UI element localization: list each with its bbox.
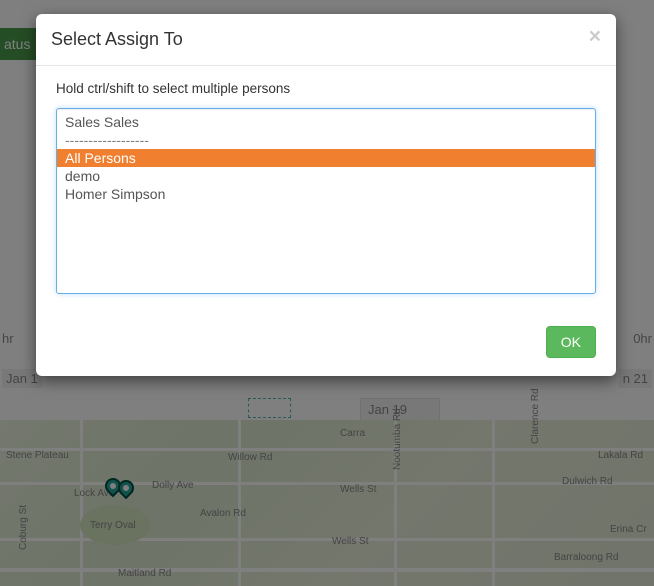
assign-to-modal: Select Assign To × Hold ctrl/shift to se… [36,14,616,376]
multiselect-hint: Hold ctrl/shift to select multiple perso… [56,81,596,96]
modal-header: Select Assign To × [36,14,616,66]
modal-title: Select Assign To [51,29,601,50]
assign-option[interactable]: demo [57,167,595,185]
assign-option: ------------------ [57,131,595,149]
assign-option[interactable]: Sales Sales [57,113,595,131]
modal-body: Hold ctrl/shift to select multiple perso… [36,66,616,314]
close-button[interactable]: × [589,26,601,47]
assign-option[interactable]: All Persons [57,149,595,167]
assign-option[interactable]: Homer Simpson [57,185,595,203]
assign-to-select[interactable]: Sales Sales------------------All Persons… [56,108,596,294]
modal-footer: OK [36,314,616,376]
ok-button[interactable]: OK [546,326,596,358]
